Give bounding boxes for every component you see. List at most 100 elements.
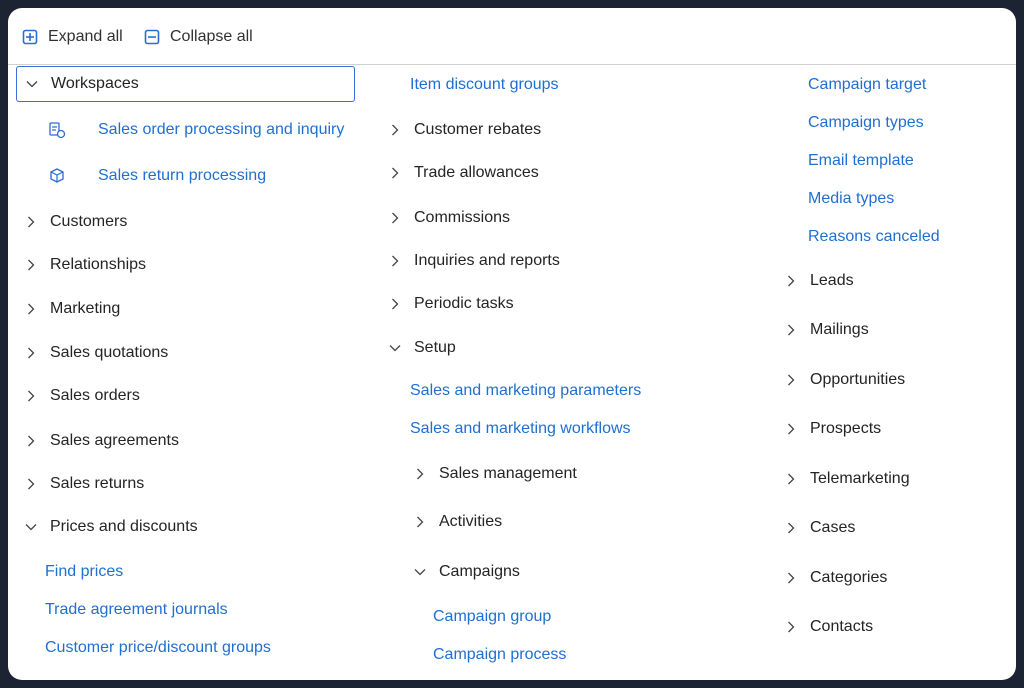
- link-label: Campaign process: [433, 646, 567, 663]
- tree-node-customers[interactable]: Customers: [24, 208, 127, 236]
- link-campaign-group[interactable]: Campaign group: [433, 603, 551, 631]
- tree-node-label: Customers: [50, 213, 128, 230]
- tree-node-label: Sales agreements: [50, 432, 179, 449]
- link-label: Email template: [808, 152, 914, 169]
- link-label: Reasons canceled: [808, 228, 940, 245]
- tree-node-label: Campaigns: [439, 563, 520, 580]
- tree-node-label: Leads: [810, 272, 854, 289]
- link-label: Campaign types: [808, 114, 924, 131]
- chevron-right-icon: [784, 472, 798, 486]
- tree-node-relationships[interactable]: Relationships: [24, 251, 146, 279]
- tree-node-mailings[interactable]: Mailings: [784, 316, 869, 344]
- tree-node-label: Trade allowances: [414, 164, 539, 181]
- chevron-right-icon: [388, 123, 402, 137]
- chevron-right-icon: [784, 274, 798, 288]
- chevron-down-icon: [25, 77, 39, 91]
- expand-all-button[interactable]: Expand all: [22, 24, 123, 50]
- tree-node-opportunities[interactable]: Opportunities: [784, 366, 905, 394]
- chevron-right-icon: [388, 211, 402, 225]
- link-reasons-canceled[interactable]: Reasons canceled: [808, 223, 940, 251]
- link-campaign-target[interactable]: Campaign target: [808, 71, 926, 99]
- expand-all-icon: [22, 29, 38, 45]
- chevron-right-icon: [24, 389, 38, 403]
- tree-node-marketing[interactable]: Marketing: [24, 295, 120, 323]
- link-item-discount-groups[interactable]: Item discount groups: [410, 71, 559, 99]
- workspace-sales-order-processing[interactable]: Sales order processing and inquiry: [48, 116, 344, 144]
- tree-node-label: Activities: [439, 513, 503, 530]
- chevron-right-icon: [24, 434, 38, 448]
- tree-node-cases[interactable]: Cases: [784, 514, 855, 542]
- tree-node-commissions[interactable]: Commissions: [388, 204, 510, 232]
- workspace-label: Sales return processing: [98, 167, 267, 184]
- tree-node-label: Commissions: [414, 209, 511, 226]
- tree-node-label: Cases: [810, 519, 856, 536]
- tree-node-prospects[interactable]: Prospects: [784, 415, 881, 443]
- tree-node-label: Opportunities: [810, 371, 906, 388]
- link-find-prices[interactable]: Find prices: [45, 558, 123, 586]
- tree-node-telemarketing[interactable]: Telemarketing: [784, 465, 910, 493]
- chevron-right-icon: [784, 620, 798, 634]
- link-sales-and-marketing-workflows[interactable]: Sales and marketing workflows: [410, 415, 631, 443]
- tree-node-campaigns[interactable]: Campaigns: [413, 558, 520, 586]
- link-media-types[interactable]: Media types: [808, 185, 894, 213]
- chevron-right-icon: [24, 346, 38, 360]
- tree-node-label: Prices and discounts: [50, 518, 198, 535]
- chevron-right-icon: [784, 373, 798, 387]
- link-label: Sales and marketing workflows: [410, 420, 631, 437]
- link-sales-and-marketing-parameters[interactable]: Sales and marketing parameters: [410, 377, 641, 405]
- tree-node-sales-returns[interactable]: Sales returns: [24, 470, 144, 498]
- link-label: Campaign group: [433, 608, 552, 625]
- tree-node-label: Workspaces: [51, 75, 139, 92]
- link-campaign-process[interactable]: Campaign process: [433, 641, 566, 669]
- chevron-right-icon: [388, 166, 402, 180]
- tree-node-label: Prospects: [810, 420, 882, 437]
- link-label: Item discount groups: [410, 76, 559, 93]
- link-label: Customer price/discount groups: [45, 639, 271, 656]
- expand-all-label: Expand all: [48, 28, 123, 45]
- tree-node-label: Customer rebates: [414, 121, 542, 138]
- tree-node-periodic-tasks[interactable]: Periodic tasks: [388, 290, 514, 318]
- tree-node-inquiries-and-reports[interactable]: Inquiries and reports: [388, 247, 560, 275]
- link-campaign-types[interactable]: Campaign types: [808, 109, 924, 137]
- tree-node-sales-management[interactable]: Sales management: [413, 460, 577, 488]
- tree-node-setup[interactable]: Setup: [388, 334, 456, 362]
- link-trade-agreement-journals[interactable]: Trade agreement journals: [45, 596, 228, 624]
- tree-node-label: Contacts: [810, 618, 874, 635]
- collapse-all-icon: [144, 29, 160, 45]
- tree-node-categories[interactable]: Categories: [784, 564, 887, 592]
- tree-node-label: Inquiries and reports: [414, 252, 560, 269]
- tree-node-label: Marketing: [50, 300, 121, 317]
- tree-node-leads[interactable]: Leads: [784, 267, 854, 295]
- chevron-right-icon: [784, 422, 798, 436]
- navigation-panel: Expand all Collapse all Workspaces Sales…: [8, 8, 1016, 680]
- chevron-right-icon: [413, 467, 427, 481]
- tree-node-customer-rebates[interactable]: Customer rebates: [388, 116, 541, 144]
- link-customer-price-discount-groups[interactable]: Customer price/discount groups: [45, 634, 271, 662]
- chevron-right-icon: [388, 297, 402, 311]
- tree-node-label: Periodic tasks: [414, 295, 514, 312]
- tree-node-label: Categories: [810, 569, 888, 586]
- tree-node-label: Sales orders: [50, 387, 140, 404]
- chevron-right-icon: [784, 323, 798, 337]
- link-email-template[interactable]: Email template: [808, 147, 914, 175]
- chevron-down-icon: [388, 341, 402, 355]
- tree-node-trade-allowances[interactable]: Trade allowances: [388, 159, 539, 187]
- tree-node-workspaces[interactable]: Workspaces: [16, 66, 355, 102]
- tree-node-sales-quotations[interactable]: Sales quotations: [24, 339, 168, 367]
- collapse-all-button[interactable]: Collapse all: [144, 24, 253, 50]
- chevron-right-icon: [413, 515, 427, 529]
- tree-node-sales-orders[interactable]: Sales orders: [24, 382, 140, 410]
- tree-node-prices-and-discounts[interactable]: Prices and discounts: [24, 513, 198, 541]
- link-label: Campaign target: [808, 76, 927, 93]
- chevron-right-icon: [784, 571, 798, 585]
- tree-node-label: Sales management: [439, 465, 577, 482]
- tree-node-activities[interactable]: Activities: [413, 508, 502, 536]
- tree-node-label: Mailings: [810, 321, 869, 338]
- workspace-sales-return-processing[interactable]: Sales return processing: [48, 162, 266, 190]
- tree-node-sales-agreements[interactable]: Sales agreements: [24, 427, 179, 455]
- link-label: Media types: [808, 190, 895, 207]
- chevron-right-icon: [24, 477, 38, 491]
- tree-node-contacts[interactable]: Contacts: [784, 613, 873, 641]
- chevron-down-icon: [413, 565, 427, 579]
- chevron-right-icon: [24, 258, 38, 272]
